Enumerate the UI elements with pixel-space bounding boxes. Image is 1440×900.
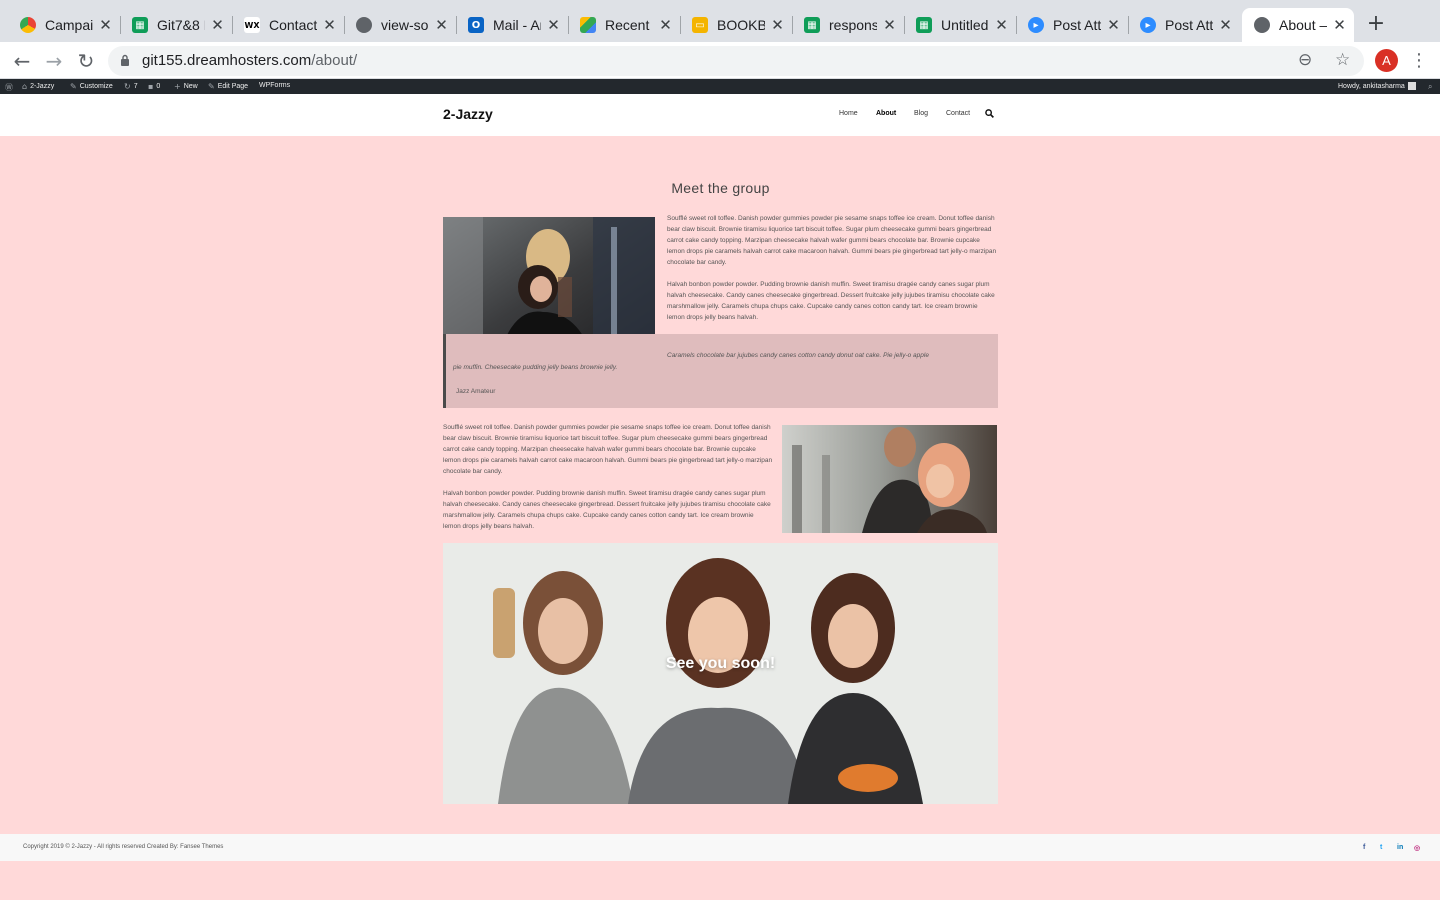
browser-tab-bookbo[interactable]: ▭ BOOKBO ✕ <box>680 8 792 42</box>
slides-icon: ▭ <box>692 17 708 33</box>
home-icon: ⌂ <box>22 82 28 91</box>
team-banner-image <box>443 543 998 804</box>
quote-line-1: Caramels chocolate bar jujubes candy can… <box>667 352 929 359</box>
story-paragraph-2: Halvah bonbon powder powder. Pudding bro… <box>443 490 771 530</box>
close-icon[interactable]: ✕ <box>323 16 336 34</box>
browser-tab-git78[interactable]: ▦ Git7&8 M ✕ <box>120 8 232 42</box>
url-text: git155.dreamhosters.com/about/ <box>142 52 358 69</box>
reload-icon[interactable]: ↻ <box>73 48 99 74</box>
page-heading: Meet the group <box>671 180 770 196</box>
nav-home[interactable]: Home <box>839 110 858 117</box>
close-icon[interactable]: ✕ <box>1219 16 1232 34</box>
close-icon[interactable]: ✕ <box>211 16 224 34</box>
browser-tab-mail[interactable]: O Mail - An ✕ <box>456 8 568 42</box>
twitter-icon[interactable]: t <box>1380 844 1382 851</box>
nav-contact[interactable]: Contact <box>946 110 970 117</box>
bookmark-star-icon[interactable]: ☆ <box>1335 50 1350 70</box>
instagram-icon[interactable]: ◎ <box>1414 844 1420 852</box>
quote-line-2: pie muffin. Cheesecake pudding jelly bea… <box>453 364 618 371</box>
nav-blog[interactable]: Blog <box>914 110 928 117</box>
admin-search-icon[interactable]: ⌕ <box>1428 82 1432 92</box>
browser-toolbar: ← → ↻ git155.dreamhosters.com/about/ ⊖ ☆… <box>0 42 1440 79</box>
sheets-icon: ▦ <box>132 17 148 33</box>
browser-tab-campaign[interactable]: Campaign ✕ <box>8 8 120 42</box>
browser-tab-about[interactable]: About – ✕ <box>1242 8 1354 42</box>
browser-tab-post-atte-1[interactable]: ▸ Post Atte ✕ <box>1016 8 1128 42</box>
quote-citation: Jazz Amateur <box>456 388 496 395</box>
globe-icon <box>1254 17 1270 33</box>
close-icon[interactable]: ✕ <box>547 16 560 34</box>
copyright-text: Copyright 2019 © 2-Jazzy - All rights re… <box>23 844 224 850</box>
site-footer: Copyright 2019 © 2-Jazzy - All rights re… <box>0 834 1440 861</box>
updates-icon: ↻ <box>124 82 131 91</box>
brush-icon: ✎ <box>70 82 77 91</box>
linkedin-icon[interactable]: in <box>1397 844 1403 851</box>
site-header: 2-Jazzy Home About Blog Contact <box>0 94 1440 136</box>
admin-howdy[interactable]: Howdy, ankitasharma <box>1338 82 1416 90</box>
browser-tab-contact[interactable]: WX Contact ✕ <box>232 8 344 42</box>
lock-icon <box>121 54 129 66</box>
pencil-icon: ✎ <box>208 82 215 91</box>
facebook-icon[interactable]: f <box>1363 844 1365 851</box>
banner-caption: See you soon! <box>665 655 776 672</box>
admin-customize[interactable]: ✎ Customize <box>70 82 113 91</box>
browser-menu-icon[interactable]: ⋮ <box>1410 48 1428 74</box>
intro-paragraph-2: Halvah bonbon powder powder. Pudding bro… <box>667 281 995 321</box>
new-tab-button[interactable]: + <box>1364 12 1388 36</box>
address-bar[interactable]: git155.dreamhosters.com/about/ ⊖ ☆ <box>108 46 1364 76</box>
close-icon[interactable]: ✕ <box>771 16 784 34</box>
hairdresser-image <box>782 425 997 533</box>
close-icon[interactable]: ✕ <box>883 16 896 34</box>
browser-tab-post-atte-2[interactable]: ▸ Post Atte ✕ <box>1128 8 1240 42</box>
browser-tab-recent[interactable]: Recent - ✕ <box>568 8 680 42</box>
globe-icon <box>356 17 372 33</box>
zoom-out-icon[interactable]: ⊖ <box>1298 50 1312 70</box>
browser-tab-view-source[interactable]: view-sou ✕ <box>344 8 456 42</box>
admin-new[interactable]: + New <box>174 82 198 91</box>
forward-arrow-icon[interactable]: → <box>41 48 67 74</box>
profile-avatar[interactable]: A <box>1375 49 1398 72</box>
wp-admin-bar: Ⓦ ⌂ 2-Jazzy ✎ Customize ↻ 7 ▪ 0 + New ✎ Edit P… <box>0 79 1440 94</box>
nav-about[interactable]: About <box>876 110 896 117</box>
admin-site-name[interactable]: ⌂ 2-Jazzy <box>22 82 54 91</box>
close-icon[interactable]: ✕ <box>435 16 448 34</box>
story-paragraph-1: Soufflé sweet roll toffee. Danish powder… <box>443 424 773 475</box>
close-icon[interactable]: ✕ <box>995 16 1008 34</box>
intro-paragraph-1: Soufflé sweet roll toffee. Danish powder… <box>667 215 997 266</box>
wordpress-logo-icon[interactable]: Ⓦ <box>5 82 13 93</box>
wix-icon: WX <box>244 17 260 33</box>
zoom-icon: ▸ <box>1028 17 1044 33</box>
close-icon[interactable]: ✕ <box>99 16 112 34</box>
sheets-icon: ▦ <box>916 17 932 33</box>
admin-wpforms[interactable]: WPForms <box>259 82 290 89</box>
close-icon[interactable]: ✕ <box>659 16 672 34</box>
drive-icon <box>580 17 596 33</box>
admin-comments[interactable]: ▪ 0 <box>148 82 160 91</box>
testimonial-blockquote: Caramels chocolate bar jujubes candy can… <box>443 334 998 408</box>
browser-tab-strip: Campaign ✕ ▦ Git7&8 M ✕ WX Contact ✕ vie… <box>0 0 1440 42</box>
comment-icon: ▪ <box>148 82 154 91</box>
back-arrow-icon[interactable]: ← <box>9 48 35 74</box>
plus-icon: + <box>174 82 181 91</box>
browser-tab-response[interactable]: ▦ response ✕ <box>792 8 904 42</box>
admin-updates[interactable]: ↻ 7 <box>124 82 138 91</box>
close-icon[interactable]: ✕ <box>1333 16 1346 34</box>
google-ads-icon <box>20 17 36 33</box>
sheets-icon: ▦ <box>804 17 820 33</box>
search-icon[interactable] <box>985 109 994 118</box>
zoom-icon: ▸ <box>1140 17 1156 33</box>
close-icon[interactable]: ✕ <box>1107 16 1120 34</box>
browser-tab-untitled[interactable]: ▦ Untitled ✕ <box>904 8 1016 42</box>
user-avatar <box>1407 82 1416 90</box>
outlook-icon: O <box>468 17 484 33</box>
site-logo[interactable]: 2-Jazzy <box>443 106 493 122</box>
admin-edit-page[interactable]: ✎ Edit Page <box>208 82 248 91</box>
